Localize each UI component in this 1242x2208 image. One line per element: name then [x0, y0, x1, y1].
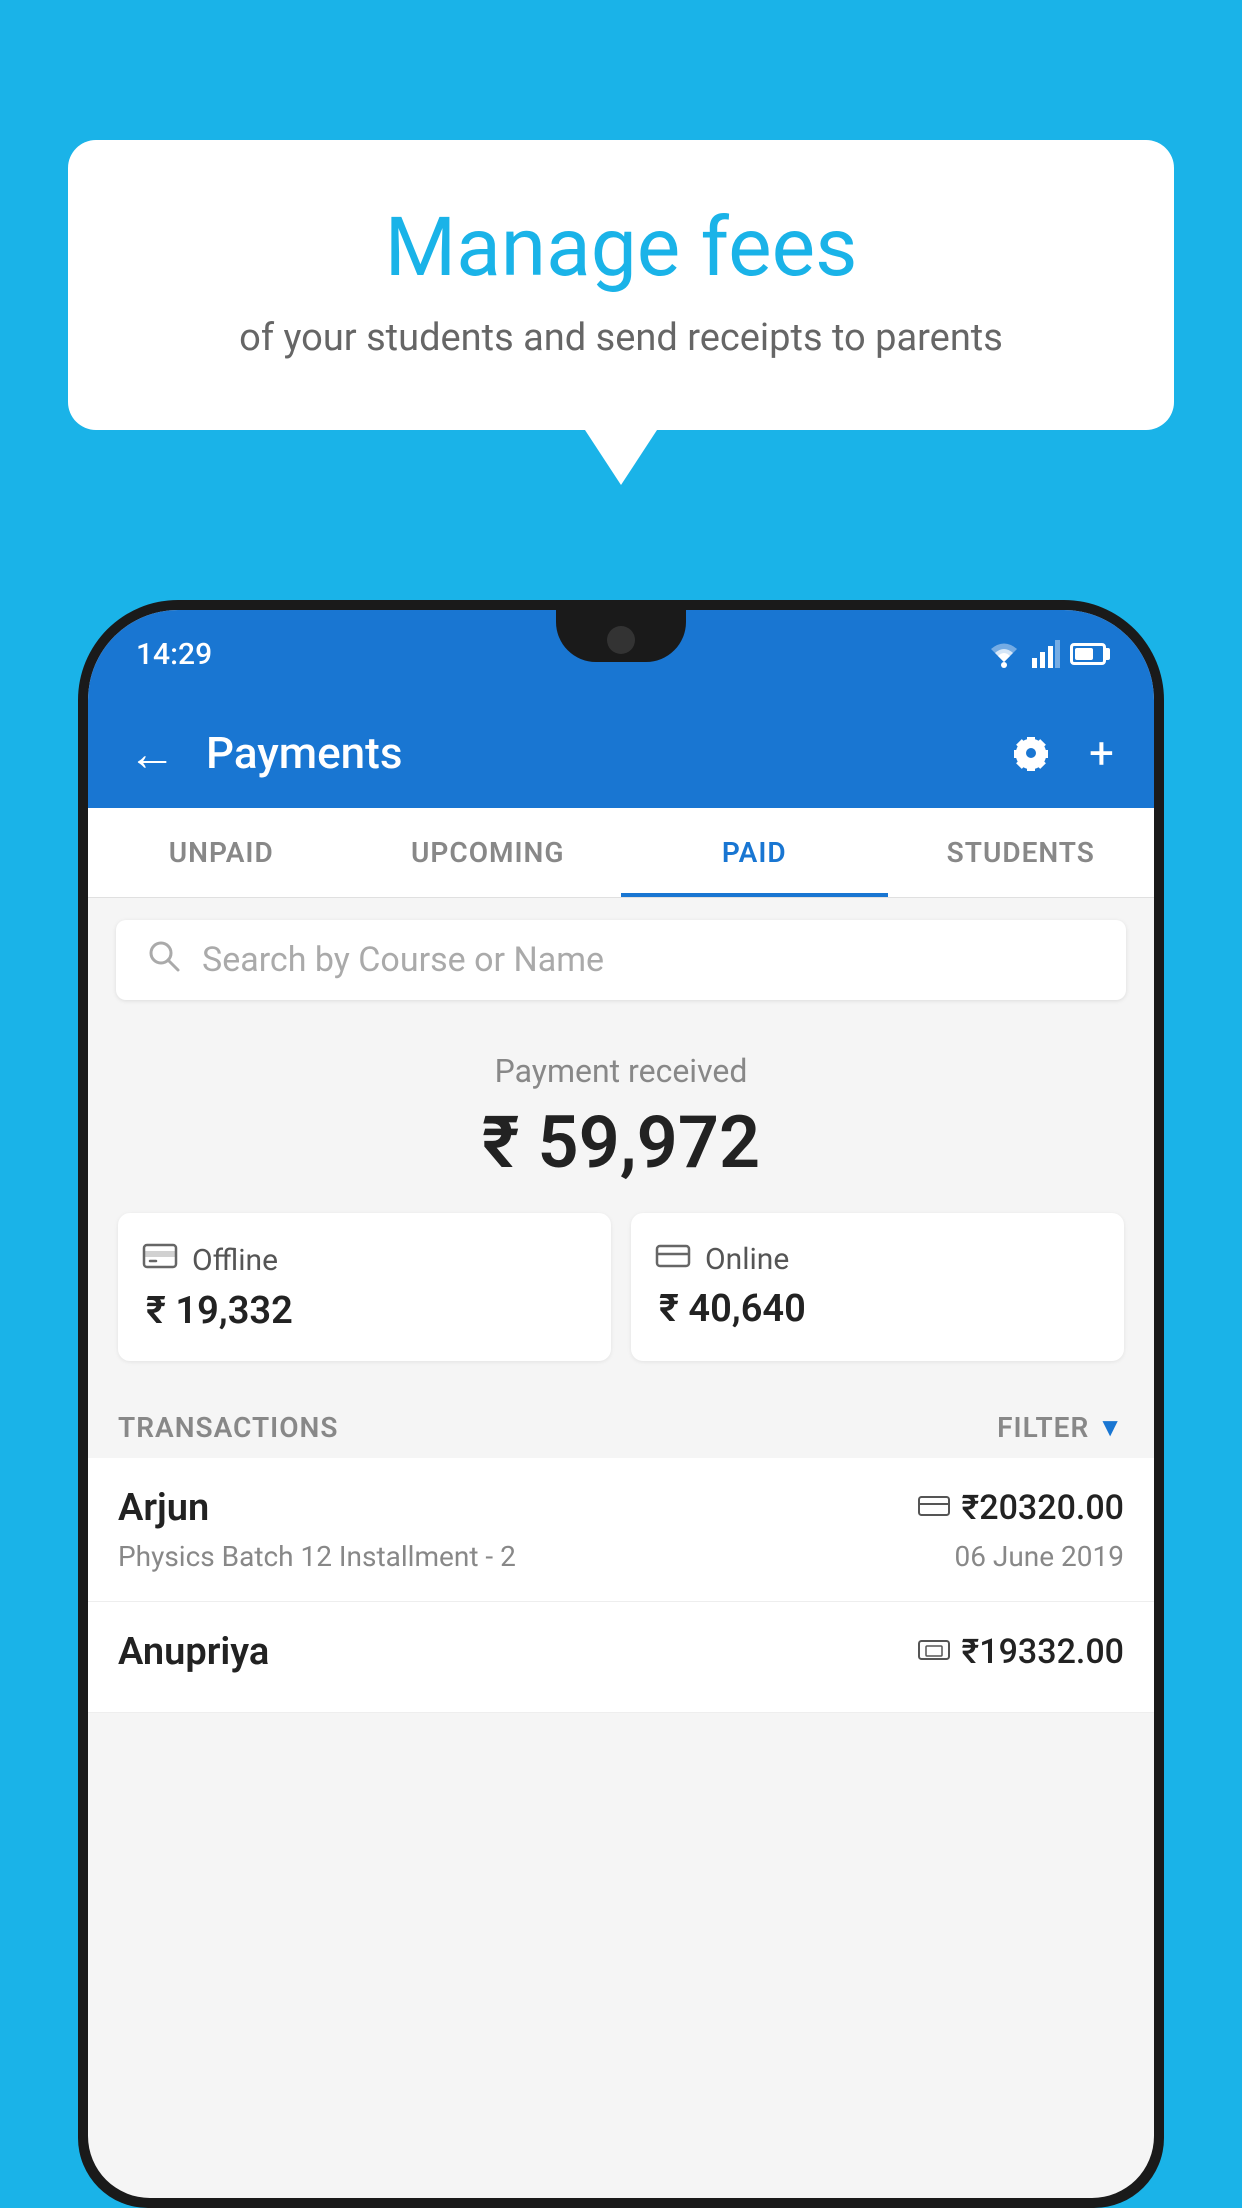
transactions-label: TRANSACTIONS — [118, 1411, 338, 1444]
transaction-course: Physics Batch 12 Installment - 2 — [118, 1540, 516, 1573]
status-icons — [986, 640, 1106, 668]
wifi-icon — [986, 640, 1022, 668]
card-payment-icon — [918, 1492, 950, 1525]
filter-text: FILTER — [997, 1411, 1089, 1444]
status-time: 14:29 — [136, 637, 212, 672]
transaction-name: Anupriya — [118, 1630, 269, 1674]
tabs-bar: UNPAID UPCOMING PAID STUDENTS — [88, 808, 1154, 898]
app-header: ← Payments + — [88, 698, 1154, 808]
filter-button[interactable]: FILTER ▼ — [997, 1411, 1124, 1444]
online-payment-card: Online ₹ 40,640 — [631, 1213, 1124, 1361]
page-title: Payments — [206, 727, 979, 779]
settings-icon[interactable] — [1009, 731, 1053, 775]
online-amount: ₹ 40,640 — [655, 1287, 1100, 1331]
search-bar[interactable]: Search by Course or Name — [116, 920, 1126, 1000]
signal-icon — [1032, 640, 1060, 668]
filter-icon: ▼ — [1097, 1412, 1124, 1443]
search-icon — [146, 938, 182, 983]
phone-frame: 14:29 — [78, 600, 1164, 2208]
tab-upcoming[interactable]: UPCOMING — [355, 808, 622, 897]
offline-label: Offline — [192, 1243, 278, 1278]
cash-payment-icon — [918, 1636, 950, 1669]
offline-amount: ₹ 19,332 — [142, 1289, 587, 1333]
speech-bubble-container: Manage fees of your students and send re… — [68, 140, 1174, 485]
transaction-row[interactable]: Arjun ₹20320.00 Physics Batch 12 Install… — [88, 1458, 1154, 1602]
status-bar: 14:29 — [88, 610, 1154, 698]
camera-icon — [607, 626, 635, 654]
payment-cards: Offline ₹ 19,332 Online — [118, 1213, 1124, 1361]
transaction-amount-container: ₹20320.00 — [918, 1488, 1124, 1528]
header-actions: + — [1009, 727, 1114, 779]
back-button[interactable]: ← — [128, 725, 176, 782]
transaction-amount: ₹20320.00 — [962, 1488, 1124, 1528]
tab-students[interactable]: STUDENTS — [888, 808, 1155, 897]
offline-icon — [142, 1241, 178, 1279]
transaction-date: 06 June 2019 — [954, 1540, 1124, 1573]
transactions-header: TRANSACTIONS FILTER ▼ — [88, 1391, 1154, 1458]
speech-bubble-arrow — [585, 430, 657, 485]
tab-unpaid[interactable]: UNPAID — [88, 808, 355, 897]
speech-bubble-subtitle: of your students and send receipts to pa… — [118, 316, 1124, 360]
search-container: Search by Course or Name — [88, 898, 1154, 1022]
online-label: Online — [705, 1242, 789, 1277]
transaction-row[interactable]: Anupriya ₹19332.00 — [88, 1602, 1154, 1713]
notch-cutout — [556, 610, 686, 662]
payment-summary: Payment received ₹ 59,972 Offline — [88, 1022, 1154, 1391]
transaction-amount: ₹19332.00 — [962, 1632, 1124, 1672]
speech-bubble-title: Manage fees — [118, 200, 1124, 296]
transaction-name: Arjun — [118, 1486, 209, 1530]
add-button[interactable]: + — [1089, 727, 1114, 779]
phone-screen: 14:29 — [88, 610, 1154, 2198]
search-placeholder: Search by Course or Name — [202, 940, 604, 980]
battery-icon — [1070, 643, 1106, 665]
transaction-amount-container: ₹19332.00 — [918, 1632, 1124, 1672]
tab-paid[interactable]: PAID — [621, 808, 888, 897]
payment-received-label: Payment received — [118, 1052, 1124, 1090]
payment-total-amount: ₹ 59,972 — [118, 1100, 1124, 1185]
online-icon — [655, 1241, 691, 1277]
offline-payment-card: Offline ₹ 19,332 — [118, 1213, 611, 1361]
speech-bubble: Manage fees of your students and send re… — [68, 140, 1174, 430]
